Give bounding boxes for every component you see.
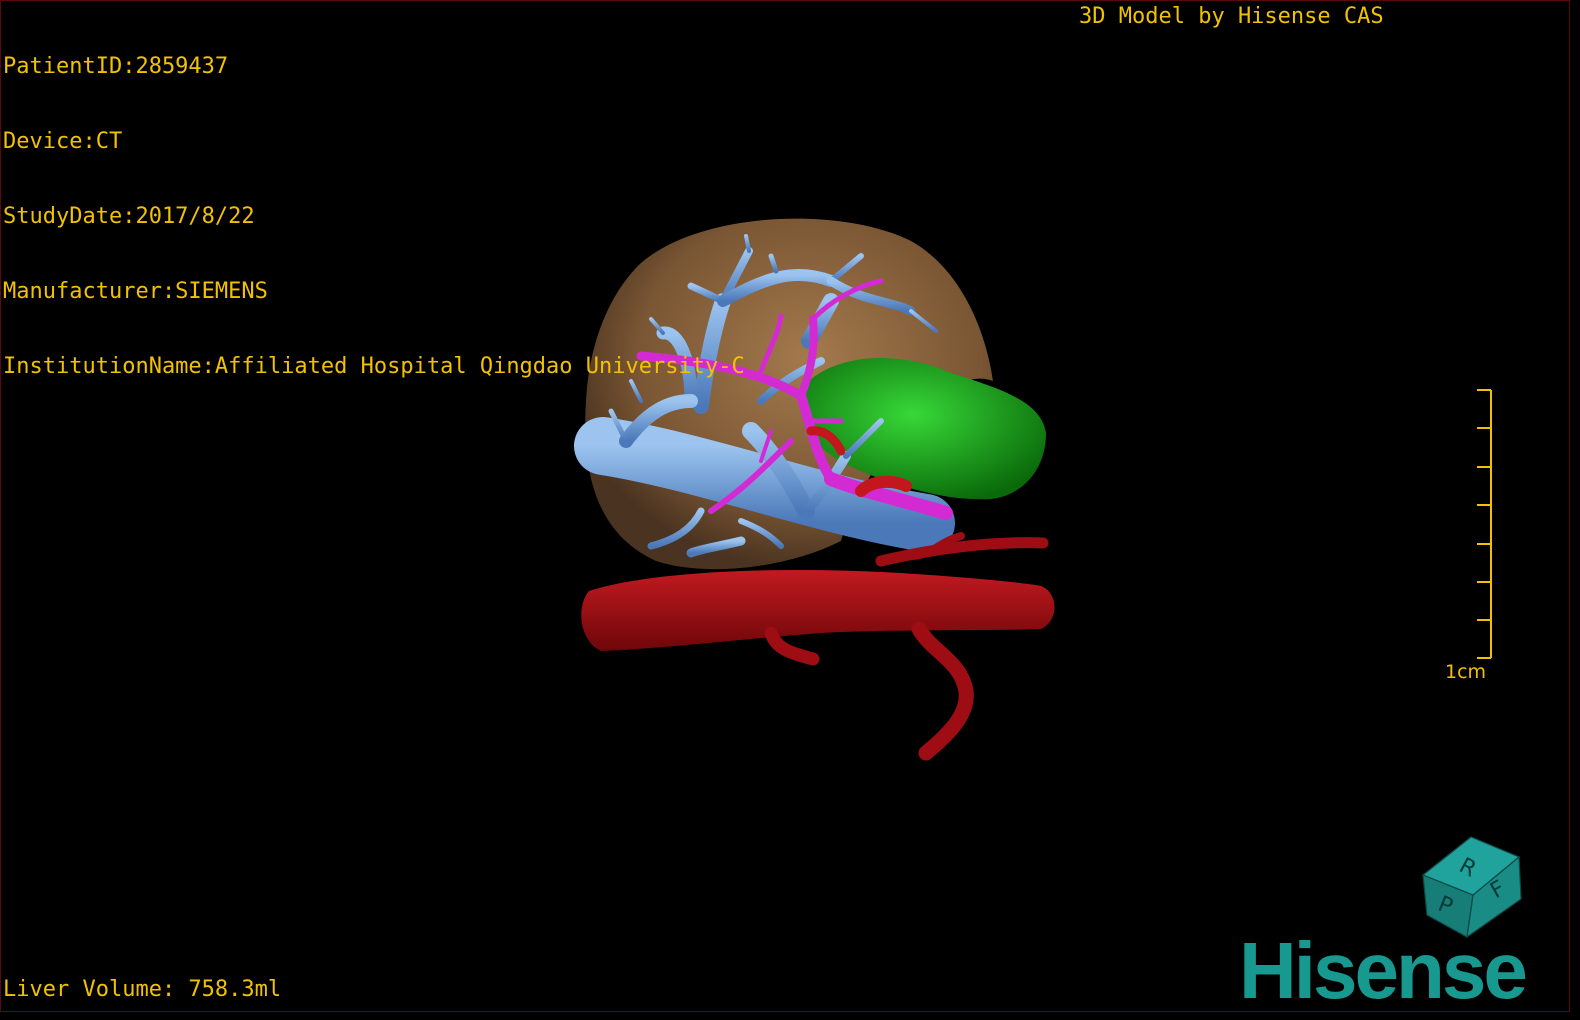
manufacturer-text: Manufacturer:SIEMENS [3,279,268,304]
institution-text: InstitutionName:Affiliated Hospital Qing… [3,354,745,379]
3d-viewport[interactable]: PatientID:2859437 Device:CT StudyDate:20… [0,0,1570,1012]
liver-volume-text: Liver Volume: 758.3ml [3,977,282,1002]
model-credit-text: 3D Model by Hisense CAS [1079,4,1384,29]
study-date-text: StudyDate:2017/8/22 [3,204,255,229]
scale-label: 1cm [1445,661,1487,683]
patient-id-text: PatientID:2859437 [3,54,229,79]
hisense-logo: Hisense [1239,926,1528,1012]
dicom-info-overlay: PatientID:2859437 Device:CT StudyDate:20… [3,4,745,429]
scale-bar [1477,389,1492,659]
device-text: Device:CT [3,129,123,154]
